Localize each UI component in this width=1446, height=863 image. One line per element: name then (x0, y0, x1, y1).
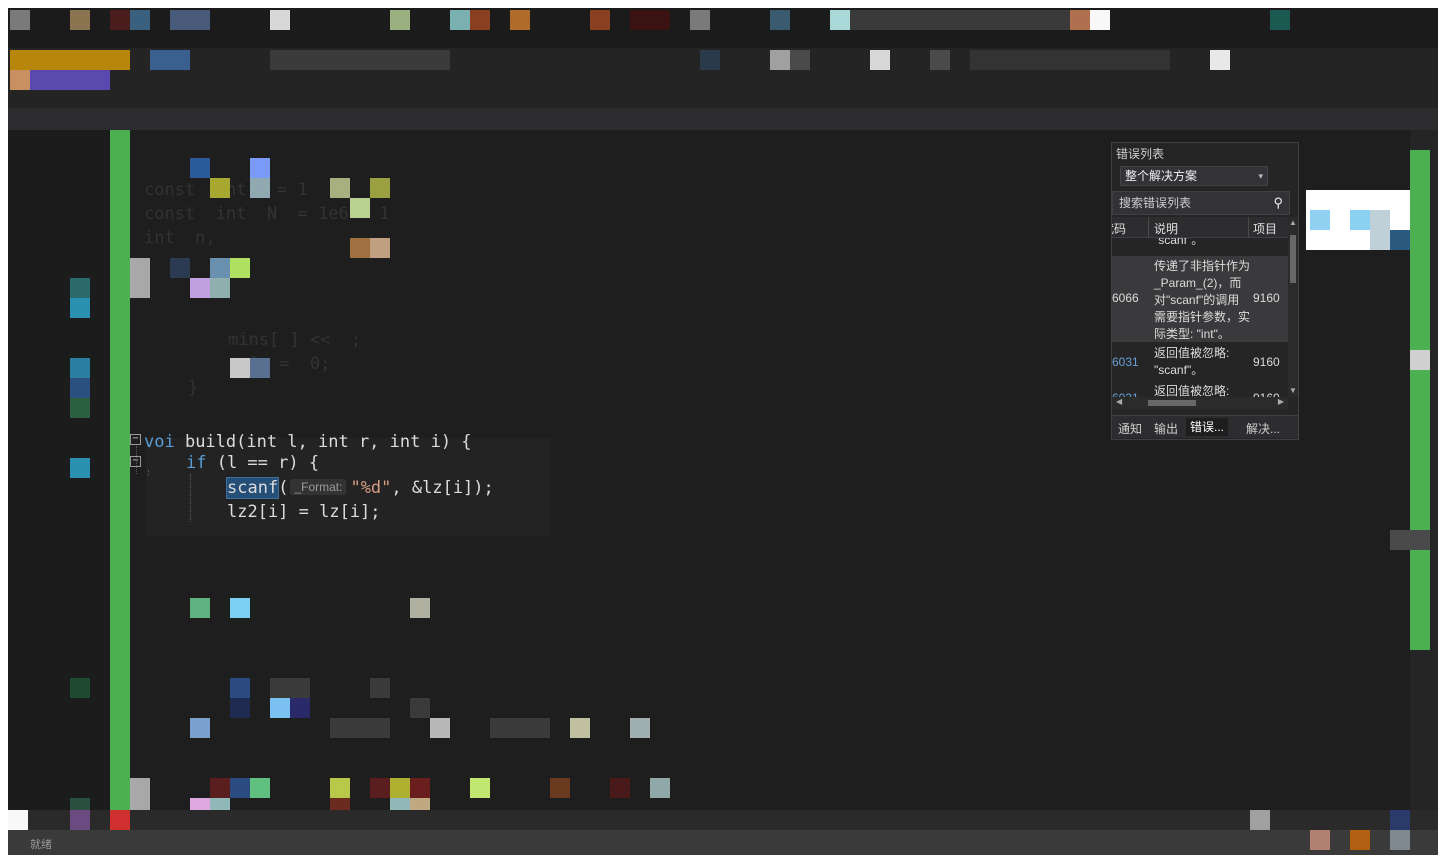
editor-vertical-scrollbar[interactable] (1390, 130, 1438, 810)
error-list-horizontal-scrollbar[interactable]: ◀ ▶ (1112, 397, 1288, 409)
error-description: 返回值被忽略: (1154, 384, 1230, 397)
scroll-left-icon[interactable]: ◀ (1116, 397, 1122, 406)
toolbar (8, 48, 1438, 108)
fold-toggle-icon[interactable]: − (130, 434, 141, 445)
parameter-hint: _Format: (290, 479, 347, 495)
error-description: 返回值被忽略: "scanf"。 (1154, 346, 1230, 377)
indent-guide (136, 446, 137, 474)
code-line-assign: lz2[i] = lz[i]; (227, 502, 381, 520)
error-description: 传递了非指针作为 _Param_(2)，而对"scanf"的调用需要指针参数，实… (1154, 259, 1251, 341)
bottom-bar: 就绪 (8, 830, 1438, 855)
error-row[interactable]: 6066 传递了非指针作为 _Param_(2)，而对"scanf"的调用需要指… (1112, 256, 1288, 342)
keyword: voi (144, 432, 175, 452)
scope-dropdown[interactable]: 整个解决方案 ▾ (1120, 166, 1268, 186)
scroll-down-icon[interactable]: ▼ (1289, 386, 1297, 395)
column-project[interactable]: 项目 (1253, 220, 1277, 237)
indent-guide (190, 474, 191, 522)
tab-output[interactable]: 输出 (1154, 420, 1178, 437)
error-row[interactable]: 6031 返回值被忽略: 9160 (1112, 383, 1288, 397)
status-bar (8, 810, 1438, 830)
error-project: 9160 (1253, 291, 1280, 305)
change-tracking-bar (110, 130, 130, 810)
column-description[interactable]: 说明 (1154, 220, 1178, 237)
panel-title: 错误列表 (1116, 147, 1165, 161)
line-number-gutter (8, 130, 110, 810)
tab-solution-explorer[interactable]: 解决... (1246, 420, 1280, 437)
error-search-input[interactable]: 搜索错误列表 ⚲ (1112, 191, 1290, 215)
selected-identifier[interactable]: scanf (225, 477, 280, 499)
code-line: int n, (144, 228, 237, 248)
error-description: "scanf"。 (1154, 238, 1204, 247)
error-list-panel[interactable]: 错误列表 整个解决方案 ▾ 搜索错误列表 ⚲ 代码 说明 项目 "scanf"。… (1111, 142, 1299, 440)
error-project: 9160 (1253, 355, 1280, 369)
error-code: 6031 (1112, 355, 1139, 369)
string-literal: "%d" (350, 478, 392, 498)
scope-dropdown-value: 整个解决方案 (1125, 169, 1198, 183)
code-line: mins[ ] << ; (228, 330, 362, 350)
tab-error-list[interactable]: 错误... (1186, 418, 1229, 436)
error-row[interactable]: 6031 返回值被忽略: "scanf"。 9160 (1112, 345, 1288, 381)
document-tab-strip (8, 108, 1438, 130)
error-code: 6066 (1112, 291, 1139, 305)
code-line: } (188, 378, 199, 398)
function-signature: build(int l, int r, int i) { (174, 432, 472, 452)
keyword: if (186, 453, 207, 473)
column-header: 代码 说明 项目 (1112, 217, 1288, 238)
chevron-down-icon: ▾ (1258, 171, 1263, 181)
scroll-thumb[interactable] (1148, 400, 1196, 406)
paren: ( (278, 478, 289, 498)
column-code[interactable]: 代码 (1112, 220, 1126, 237)
search-placeholder: 搜索错误列表 (1119, 196, 1192, 210)
indent-guide (148, 470, 149, 476)
arguments: , &lz[i]); (391, 478, 494, 498)
panel-tab-strip: 通知 输出 错误... 解决... (1112, 415, 1298, 438)
title-bar (8, 8, 1438, 48)
error-row[interactable]: "scanf"。 (1112, 238, 1288, 253)
tab-notifications[interactable]: 通知 (1118, 420, 1142, 437)
error-list-vertical-scrollbar[interactable]: ▲ ▼ (1288, 217, 1298, 397)
status-text: 就绪 (30, 839, 52, 851)
search-icon[interactable]: ⚲ (1273, 192, 1283, 214)
code-line-scanf: scanf(_Format: "%d", &lz[i]); (225, 476, 494, 500)
condition: (l == r) { (206, 453, 320, 473)
code-line-if: if (l == r) { (186, 451, 319, 475)
scroll-right-icon[interactable]: ▶ (1278, 397, 1284, 406)
scroll-thumb[interactable] (1290, 235, 1296, 283)
scroll-up-icon[interactable]: ▲ (1289, 218, 1297, 227)
